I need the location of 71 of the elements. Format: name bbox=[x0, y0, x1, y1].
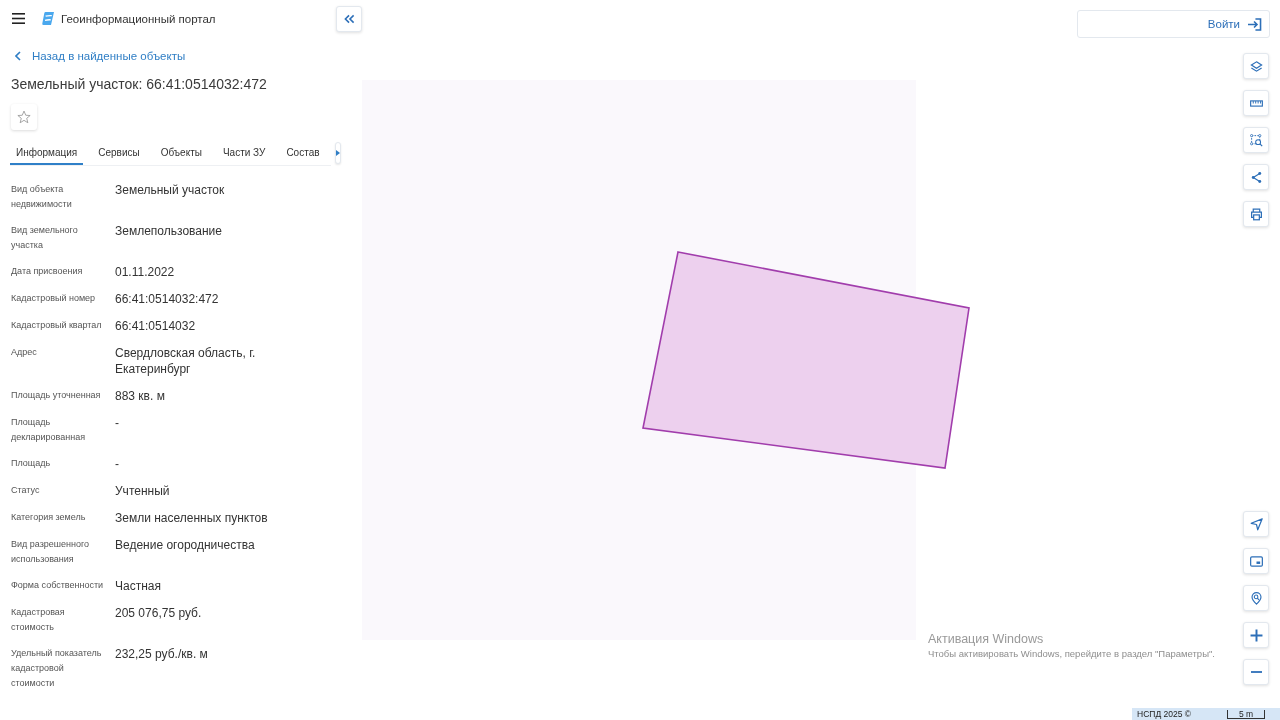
property-value: 66:41:0514032:472 bbox=[115, 291, 219, 307]
property-label: Площадь уточненная bbox=[11, 389, 101, 402]
chevron-left-icon bbox=[15, 51, 21, 61]
navigation-arrow-icon bbox=[1249, 517, 1263, 531]
tab[interactable]: Состав bbox=[280, 142, 326, 165]
tab[interactable]: Сервисы bbox=[92, 142, 146, 165]
property-label: Вид объекта недвижимости bbox=[11, 183, 73, 211]
share-icon bbox=[1249, 170, 1263, 184]
print-button[interactable] bbox=[1243, 201, 1269, 227]
object-title: Земельный участок: 66:41:0514032:472 bbox=[11, 76, 267, 93]
pin-search-icon bbox=[1249, 591, 1263, 605]
property-value: Свердловская область, г. Екатеринбург bbox=[115, 345, 257, 377]
property-value: 205 076,75 руб. bbox=[115, 605, 202, 621]
area-search-icon bbox=[1249, 133, 1263, 147]
property-value: 01.11.2022 bbox=[115, 264, 175, 280]
layers-button[interactable] bbox=[1243, 53, 1269, 79]
scroll-tabs-button[interactable] bbox=[334, 142, 341, 164]
zoom-out-button[interactable] bbox=[1243, 659, 1269, 685]
collapse-panel-button[interactable] bbox=[336, 6, 362, 32]
property-label: Форма собственности bbox=[11, 579, 104, 592]
tab[interactable]: Части ЗУ bbox=[216, 142, 272, 165]
area-search-button[interactable] bbox=[1243, 127, 1269, 153]
ruler-button[interactable] bbox=[1243, 90, 1269, 116]
minus-icon bbox=[1249, 671, 1263, 673]
property-value: - bbox=[115, 456, 119, 472]
location-search-button[interactable] bbox=[1243, 585, 1269, 611]
property-value: 66:41:0514032 bbox=[115, 318, 196, 334]
tab[interactable]: Объекты bbox=[154, 142, 208, 165]
property-label: Площадь декларированная bbox=[11, 416, 87, 444]
property-label: Вид земельного участка bbox=[11, 224, 79, 252]
property-label: Категория земель bbox=[11, 511, 86, 524]
property-value: - bbox=[115, 415, 119, 431]
property-label: Кадастровый квартал bbox=[11, 319, 102, 332]
scale-bar: 5 m bbox=[1227, 709, 1266, 719]
activation-title: Активация Windows bbox=[928, 631, 1044, 647]
property-label: Статус bbox=[11, 484, 40, 497]
property-label: Удельный показатель кадастровой стоимости bbox=[11, 647, 103, 690]
login-icon bbox=[1247, 17, 1262, 31]
parcel-polygon[interactable] bbox=[642, 251, 970, 469]
property-value: Ведение огородничества bbox=[115, 537, 255, 553]
layers-icon bbox=[1249, 59, 1263, 73]
app-title: Геоинформационный портал bbox=[61, 12, 216, 25]
plus-icon bbox=[1249, 628, 1263, 642]
share-button[interactable] bbox=[1243, 164, 1269, 190]
locate-button[interactable] bbox=[1243, 511, 1269, 537]
logo-icon bbox=[42, 12, 54, 25]
property-label: Адрес bbox=[11, 346, 37, 359]
double-chevron-left-icon bbox=[343, 14, 355, 24]
property-value: Земли населенных пунктов bbox=[115, 510, 268, 526]
attribution-text: НСПД 2025 © bbox=[1137, 709, 1192, 719]
menu-icon[interactable] bbox=[12, 13, 25, 24]
minimap-icon bbox=[1249, 554, 1263, 568]
zoom-in-button[interactable] bbox=[1243, 622, 1269, 648]
minimap-button[interactable] bbox=[1243, 548, 1269, 574]
property-label: Кадастровая стоимость bbox=[11, 606, 66, 634]
printer-icon bbox=[1249, 207, 1263, 221]
tab[interactable]: Информация bbox=[10, 142, 84, 165]
property-value: 883 кв. м bbox=[115, 388, 165, 404]
property-value: Земельный участок bbox=[115, 182, 225, 198]
activation-message: Чтобы активировать Windows, перейдите в раздел "Параметры". bbox=[928, 647, 1215, 661]
back-link[interactable]: Назад в найденные объекты bbox=[11, 48, 186, 64]
property-label: Площадь bbox=[11, 457, 51, 470]
property-label: Вид разрешенного использования bbox=[11, 538, 91, 566]
property-value: Учтенный bbox=[115, 483, 170, 499]
caret-right-icon bbox=[335, 150, 340, 156]
property-value: Землепользование bbox=[115, 223, 222, 239]
property-label: Кадастровый номер bbox=[11, 292, 96, 305]
property-label: Дата присвоения bbox=[11, 265, 83, 278]
login-button[interactable]: Войти bbox=[1077, 10, 1270, 38]
property-value: Частная bbox=[115, 578, 161, 594]
property-value: 232,25 руб./кв. м bbox=[115, 646, 208, 662]
